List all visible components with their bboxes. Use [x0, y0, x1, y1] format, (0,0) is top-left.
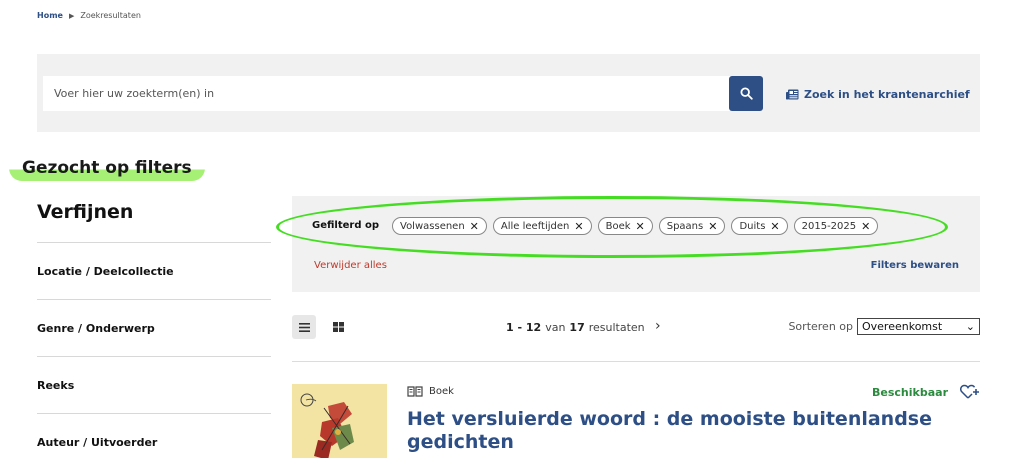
result-of-word: van: [545, 321, 566, 334]
favorite-heart-add-icon[interactable]: [960, 384, 980, 400]
search-band: Voer hier uw zoekterm(en) in Zoek in het…: [37, 54, 980, 132]
filter-chip[interactable]: Spaans ✕: [658, 217, 726, 235]
availability-status: Beschikbaar: [872, 386, 948, 399]
next-page-chevron-icon[interactable]: ›: [655, 318, 661, 334]
filter-chip-label: 2015-2025: [801, 220, 857, 232]
filter-chip[interactable]: Volwassenen ✕: [392, 217, 487, 235]
breadcrumb-home-link[interactable]: Home: [37, 11, 63, 20]
remove-filter-icon[interactable]: ✕: [574, 220, 583, 233]
filter-chip[interactable]: 2015-2025 ✕: [793, 217, 879, 235]
filter-chip[interactable]: Boek ✕: [597, 217, 653, 235]
chevron-down-icon: ⌄: [965, 320, 975, 333]
results-toolbar: 1 - 12 van 17 resultaten › Sorteren op O…: [292, 312, 980, 342]
remove-filter-icon[interactable]: ✕: [470, 220, 479, 233]
filter-chip[interactable]: Duits ✕: [731, 217, 788, 235]
filter-chip[interactable]: Alle leeftijden ✕: [492, 217, 592, 235]
item-type-label: Boek: [429, 386, 454, 397]
remove-all-filters-link[interactable]: Verwijder alles: [314, 260, 387, 271]
filter-chip-label: Volwassenen: [400, 220, 465, 232]
remove-filter-icon[interactable]: ✕: [861, 220, 870, 233]
facet-list: Locatie / Deelcollectie Genre / Onderwer…: [37, 242, 271, 458]
search-icon: [739, 87, 753, 100]
filter-chip-list: Volwassenen ✕ Alle leeftijden ✕ Boek ✕ Spaa…: [392, 217, 879, 235]
newspaper-archive-link[interactable]: Zoek in het krantenarchief: [786, 88, 970, 101]
filter-chip-label: Alle leeftijden: [500, 220, 570, 232]
book-icon: [407, 386, 423, 397]
result-count: 1 - 12 van 17 resultaten: [506, 321, 645, 334]
sort-value: Overeenkomst: [862, 320, 943, 333]
filter-chip-label: Spaans: [666, 220, 704, 232]
breadcrumb-separator-icon: ▶: [68, 11, 75, 20]
sort-control: Sorteren op Overeenkomst ⌄: [788, 318, 980, 335]
result-title-link[interactable]: Het versluierde woord : de mooiste buite…: [407, 408, 967, 454]
facet-genre[interactable]: Genre / Onderwerp: [37, 299, 271, 356]
book-cover-image[interactable]: [292, 384, 387, 458]
remove-filter-icon[interactable]: ✕: [770, 220, 779, 233]
list-view-button[interactable]: [292, 315, 316, 339]
newspaper-icon: [786, 89, 799, 100]
result-range: 1 - 12: [506, 321, 542, 334]
refine-title: Verfijnen: [37, 201, 134, 223]
result-total: 17: [569, 321, 585, 334]
sort-label: Sorteren op: [788, 320, 853, 333]
newspaper-archive-label: Zoek in het krantenarchief: [804, 88, 970, 101]
remove-filter-icon[interactable]: ✕: [708, 220, 717, 233]
facet-series[interactable]: Reeks: [37, 356, 271, 413]
active-filters-panel: Gefilterd op Volwassenen ✕ Alle leeftijde…: [276, 196, 980, 292]
results-divider: [292, 361, 980, 362]
filter-search-heading: Gezocht op filters: [9, 155, 205, 181]
filtered-on-label: Gefilterd op: [312, 220, 379, 231]
save-filters-link[interactable]: Filters bewaren: [871, 260, 959, 271]
filter-chip-label: Boek: [605, 220, 631, 232]
grid-view-icon: [332, 322, 344, 332]
search-input[interactable]: Voer hier uw zoekterm(en) in: [43, 76, 762, 111]
sort-select[interactable]: Overeenkomst ⌄: [857, 318, 980, 335]
item-type: Boek: [407, 386, 454, 397]
breadcrumb: Home ▶ Zoekresultaten: [37, 11, 141, 20]
facet-author[interactable]: Auteur / Uitvoerder: [37, 413, 271, 458]
remove-filter-icon[interactable]: ✕: [636, 220, 645, 233]
filter-chip-label: Duits: [739, 220, 766, 232]
search-button[interactable]: [729, 76, 763, 111]
grid-view-button[interactable]: [326, 315, 350, 339]
breadcrumb-current: Zoekresultaten: [80, 11, 141, 20]
result-item: Boek Beschikbaar Het versluierde woord :…: [292, 384, 980, 458]
list-view-icon: [298, 322, 310, 332]
facet-location[interactable]: Locatie / Deelcollectie: [37, 242, 271, 299]
result-word: resultaten: [588, 321, 645, 334]
